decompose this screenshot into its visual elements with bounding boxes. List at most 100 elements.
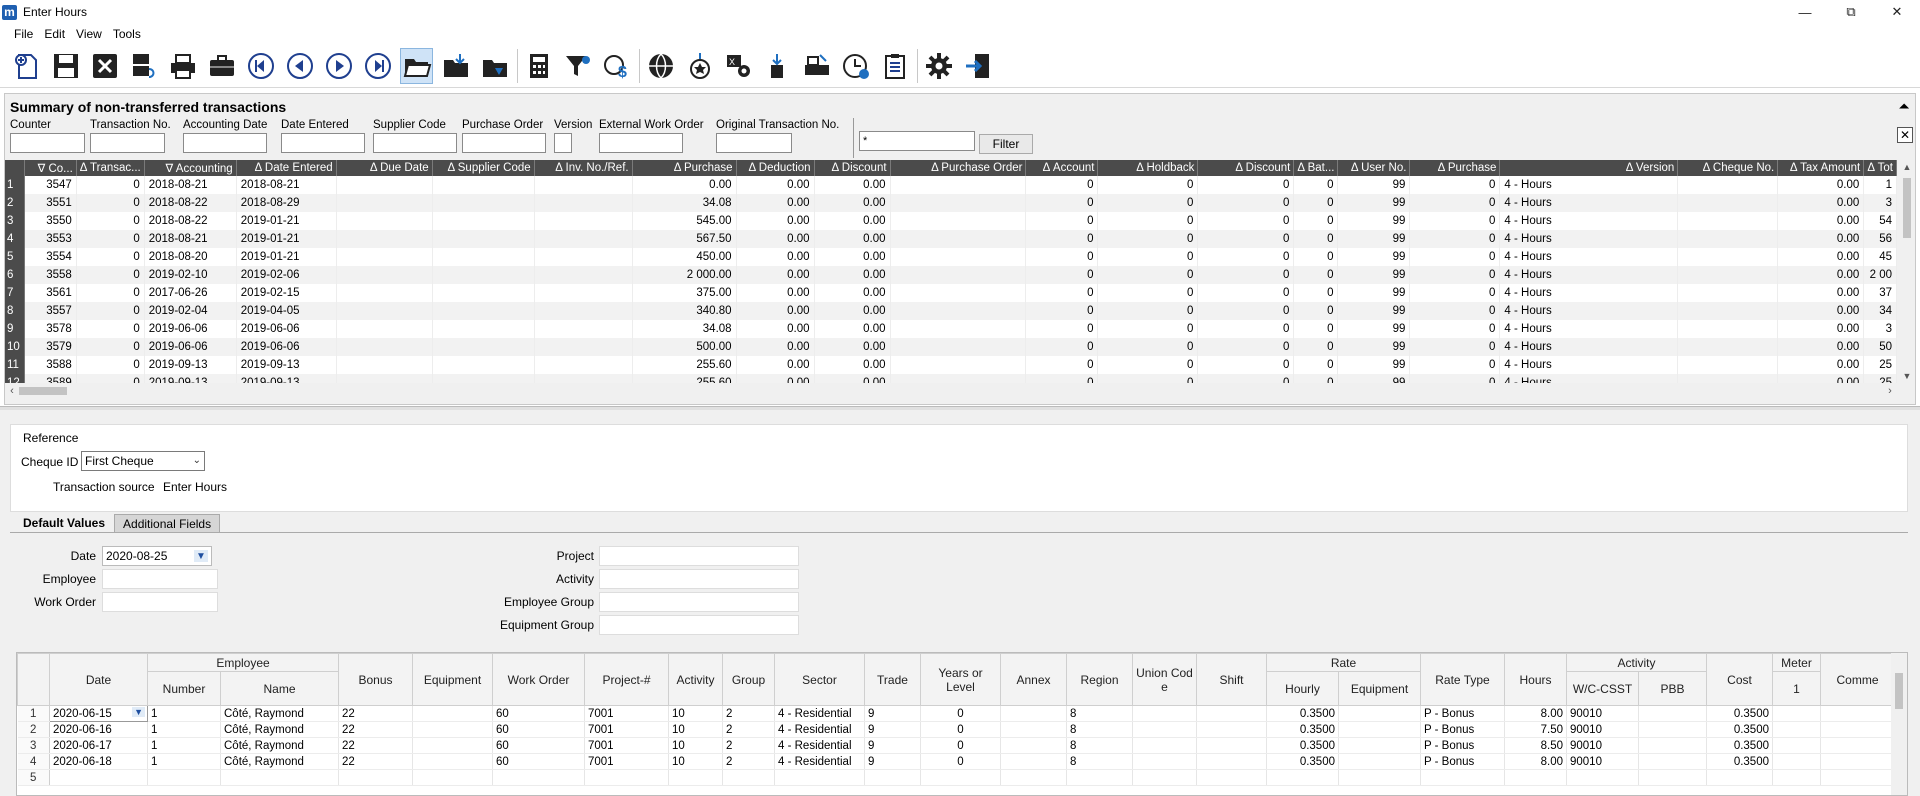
summary-column-header[interactable]: Δ Version xyxy=(1499,160,1679,176)
header-cost[interactable]: Cost xyxy=(1706,653,1773,706)
minimize-button[interactable]: — xyxy=(1782,0,1828,24)
hours-cell-hourly[interactable]: 0.3500 xyxy=(1266,721,1339,738)
hours-cell-wo[interactable]: 60 xyxy=(492,721,585,738)
header-work-order[interactable]: Work Order xyxy=(492,653,585,706)
summary-table-row[interactable]: 8 3557 0 2019-02-04 2019-04-05 340.80 0.00 0.00… xyxy=(5,302,1897,320)
summary-column-header[interactable]: Δ Tot xyxy=(1863,160,1897,176)
restore-button[interactable]: ⧉ xyxy=(1828,0,1874,24)
hours-cell-trade[interactable]: 9 xyxy=(864,721,921,738)
hours-cell-rtype[interactable]: P - Bonus xyxy=(1420,737,1505,754)
hours-cell-union[interactable] xyxy=(1132,753,1197,770)
hours-cell-meter[interactable] xyxy=(1772,705,1821,722)
menu-tools[interactable]: Tools xyxy=(113,27,141,41)
scroll-up-arrow-icon[interactable]: ▲ xyxy=(1899,160,1915,174)
scroll-thumb[interactable] xyxy=(19,387,67,395)
hours-cell-region[interactable]: 8 xyxy=(1066,705,1133,722)
filter-settings-button[interactable] xyxy=(561,48,594,84)
hours-cell-hours[interactable]: 8.00 xyxy=(1504,705,1567,722)
hours-cell-group[interactable] xyxy=(722,769,775,786)
close-summary-icon[interactable]: ✕ xyxy=(1897,127,1913,143)
filter-purchase-order-input[interactable] xyxy=(462,133,546,153)
hours-cell-comment[interactable] xyxy=(1820,769,1895,786)
header-annex[interactable]: Annex xyxy=(1000,653,1067,706)
hours-cell-activity[interactable]: 10 xyxy=(668,737,723,754)
menu-view[interactable]: View xyxy=(76,27,102,41)
hours-cell-comment[interactable] xyxy=(1820,737,1895,754)
project-input[interactable] xyxy=(599,546,799,566)
hours-row[interactable]: 3 2020-06-17 1 Côté, Raymond 22 60 7001 10 2 4 - … xyxy=(17,737,1895,754)
summary-table-row[interactable]: 2 3551 0 2018-08-22 2018-08-29 34.08 0.00 0.00 0… xyxy=(5,194,1897,212)
hours-cell-name[interactable]: Côté, Raymond xyxy=(220,737,339,754)
search-input[interactable] xyxy=(859,131,975,151)
header-hours[interactable]: Hours xyxy=(1504,653,1567,706)
summary-table-row[interactable]: 12 3589 0 2019-09-13 2019-09-13 255.60 0.00 0.0… xyxy=(5,374,1897,383)
header-meter-1[interactable]: 1 xyxy=(1772,671,1821,706)
hours-cell-project[interactable]: 7001 xyxy=(584,737,669,754)
summary-table-row[interactable]: 3 3550 0 2018-08-22 2019-01-21 545.00 0.00 0.00… xyxy=(5,212,1897,230)
summary-column-header[interactable]: Δ Tax Amount xyxy=(1777,160,1865,176)
hours-cell-group[interactable]: 2 xyxy=(722,705,775,722)
hours-cell-sector[interactable]: 4 - Residential xyxy=(774,753,865,770)
hours-row[interactable]: 1 2020-06-15 ▼ 1 Côté, Raymond 22 60 7001 10 2 4 -… xyxy=(17,705,1895,722)
new-button[interactable] xyxy=(10,48,43,84)
hours-cell-project[interactable]: 7001 xyxy=(584,721,669,738)
hours-cell-sector[interactable] xyxy=(774,769,865,786)
summary-table-row[interactable]: 5 3554 0 2018-08-20 2019-01-21 450.00 0.00 0.00… xyxy=(5,248,1897,266)
hours-cell-hours[interactable]: 8.50 xyxy=(1504,737,1567,754)
hours-cell-annex[interactable] xyxy=(1000,737,1067,754)
hours-cell-hourly[interactable]: 0.3500 xyxy=(1266,753,1339,770)
hours-cell-region[interactable]: 8 xyxy=(1066,753,1133,770)
hours-cell-req[interactable] xyxy=(1338,753,1421,770)
hours-cell-wc[interactable]: 90010 xyxy=(1566,737,1639,754)
hours-cell-number[interactable] xyxy=(147,769,221,786)
hours-cell-cost[interactable] xyxy=(1706,769,1773,786)
hours-cell-bonus[interactable]: 22 xyxy=(338,705,413,722)
hours-cell-pbb[interactable] xyxy=(1638,721,1707,738)
hours-cell-wo[interactable] xyxy=(492,769,585,786)
hours-cell-annex[interactable] xyxy=(1000,705,1067,722)
hours-cell-shift[interactable] xyxy=(1196,737,1267,754)
summary-vertical-scrollbar[interactable]: ▲ ▼ xyxy=(1899,160,1915,383)
hours-cell-pbb[interactable] xyxy=(1638,753,1707,770)
hours-cell-wc[interactable]: 90010 xyxy=(1566,705,1639,722)
print-button[interactable] xyxy=(166,48,199,84)
summary-column-header[interactable]: Δ Discount xyxy=(1197,160,1295,176)
hours-cell-req[interactable] xyxy=(1338,737,1421,754)
scroll-right-arrow-icon[interactable]: › xyxy=(1883,383,1897,399)
calculator-button[interactable] xyxy=(522,48,555,84)
hours-cell-wc[interactable]: 90010 xyxy=(1566,753,1639,770)
header-name[interactable]: Name xyxy=(220,671,339,706)
hours-row[interactable]: 4 2020-06-18 1 Côté, Raymond 22 60 7001 10 2 4 - … xyxy=(17,753,1895,770)
employee-group-input[interactable] xyxy=(599,592,799,612)
hours-cell-shift[interactable] xyxy=(1196,721,1267,738)
summary-column-header[interactable]: Δ Account xyxy=(1025,160,1099,176)
summary-table-row[interactable]: 1 3547 0 2018-08-21 2018-08-21 0.00 0.00 0.00 0 0… xyxy=(5,176,1897,194)
clipboard-button[interactable] xyxy=(878,48,911,84)
summary-table-row[interactable]: 6 3558 0 2019-02-10 2019-02-06 2 000.00 0.00 0.… xyxy=(5,266,1897,284)
duplicate-button[interactable] xyxy=(127,48,160,84)
summary-column-header[interactable]: Δ User No. xyxy=(1337,160,1411,176)
work-order-input[interactable] xyxy=(102,592,218,612)
hours-cell-hours[interactable] xyxy=(1504,769,1567,786)
header-date[interactable]: Date xyxy=(49,653,148,706)
distribution-button[interactable] xyxy=(800,48,833,84)
hours-cell-union[interactable] xyxy=(1132,705,1197,722)
previous-record-button[interactable] xyxy=(283,48,316,84)
header-bonus[interactable]: Bonus xyxy=(338,653,413,706)
hours-cell-meter[interactable] xyxy=(1772,737,1821,754)
summary-column-header[interactable]: Δ Deduction xyxy=(736,160,815,176)
hours-cell-rtype[interactable]: P - Bonus xyxy=(1420,753,1505,770)
hours-cell-wo[interactable]: 60 xyxy=(492,705,585,722)
hours-cell-union[interactable] xyxy=(1132,721,1197,738)
filter-external-work-order-input[interactable] xyxy=(599,133,683,153)
summary-table-row[interactable]: 7 3561 0 2017-06-26 2019-02-15 375.00 0.00 0.00… xyxy=(5,284,1897,302)
hours-cell-req[interactable] xyxy=(1338,769,1421,786)
filter-accounting-date-input[interactable] xyxy=(183,133,267,153)
hours-cell-date[interactable]: 2020-06-15 ▼ xyxy=(49,705,148,722)
hours-cell-bonus[interactable]: 22 xyxy=(338,721,413,738)
filter-counter-input[interactable] xyxy=(10,133,85,153)
hours-cell-equipment[interactable] xyxy=(412,721,493,738)
export-folder-button[interactable] xyxy=(478,48,511,84)
menu-edit[interactable]: Edit xyxy=(44,27,65,41)
close-window-button[interactable]: ✕ xyxy=(1874,0,1920,24)
